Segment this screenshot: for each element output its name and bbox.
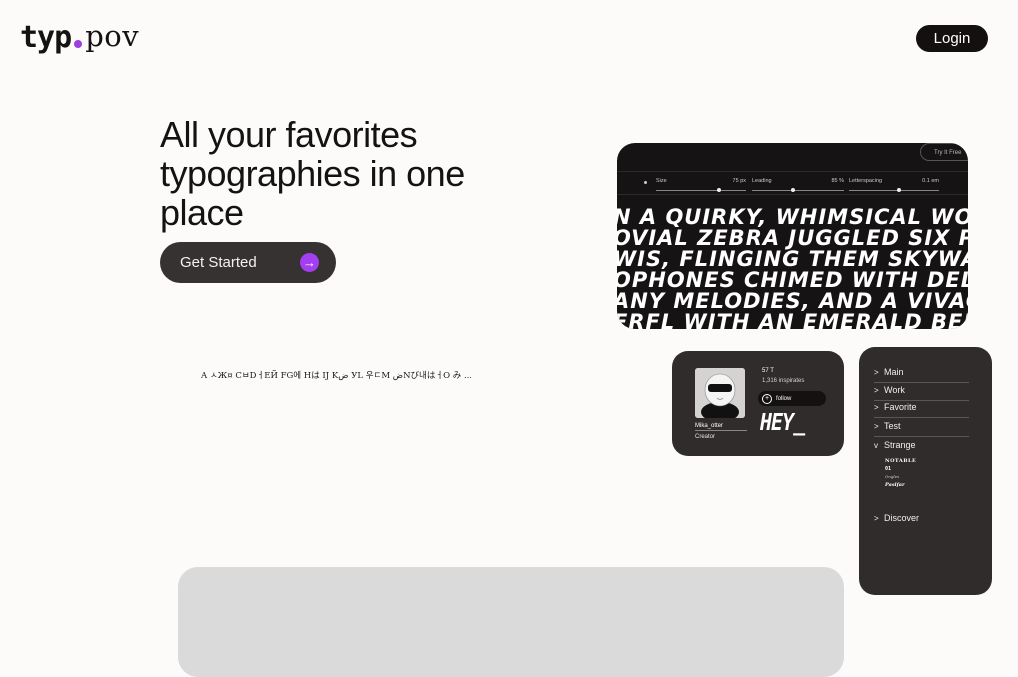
sample-line: ERFL WITH AN EMERALD BERET [617,310,968,330]
leading-label: Leading [752,178,772,184]
logo-text-pov: pov [85,19,140,53]
glyph-strip: A ㅅЖ¤ CㅂDㅓEЙ FG에 Hは IJ Kض УL 우ㄷM ضNび내はㅓO… [201,371,471,381]
chevron-right-icon: > [874,403,879,412]
arrow-right-icon: → [300,253,319,272]
profile-inspirations: 1,316 inspirates [762,378,805,384]
profile-role: Creator [695,434,716,440]
chevron-right-icon: > [874,368,879,377]
profile-card: Mika_otter Creator 57 T 1,316 inspirates… [672,351,844,456]
leading-slider[interactable]: Leading 85 % [752,176,844,192]
content-panel [178,567,844,677]
get-started-button[interactable]: Get Started → [160,242,336,283]
sidebar-item-favorite[interactable]: > Favorite [874,400,969,418]
size-slider-knob[interactable] [717,188,721,192]
logo-text-typ: typ [20,20,72,55]
profile-signature: HEY_ [760,408,805,436]
sample-line: WIS, FLINGING THEM SKYWARD [617,247,968,271]
sidebar-item-discover[interactable]: > Discover [874,511,969,528]
leading-value: 85 % [831,178,844,184]
logo-dot [74,40,83,48]
sample-line: N A QUIRKY, WHIMSICAL WORLD [617,205,968,229]
preview-sample-text: N A QUIRKY, WHIMSICAL WORLD OVIAL ZEBRA … [617,205,968,330]
sidebar-item-work[interactable]: > Work [874,383,969,401]
type-preview-card: Try It Free Size 75 px Leading 85 % Lett… [617,143,968,329]
control-dot [644,181,647,184]
letterspacing-slider[interactable]: Letterspacing 0.1 em [849,176,939,192]
brand-logo[interactable]: typ pov [20,14,139,54]
letterspacing-slider-knob[interactable] [896,188,901,192]
strange-font-list: NOTABLE 01 Ongles Paslfar [885,457,916,489]
sidebar-nav: > Main > Work > Favorite > Test v Strange NOT… [859,347,992,595]
chevron-down-icon: v [874,441,878,450]
follow-button[interactable]: + follow [758,391,826,406]
sidebar-item-test[interactable]: > Test [874,419,969,437]
font-item[interactable]: Paslfar [885,481,916,489]
sample-line: ANY MELODIES, AND A VIVACIO [617,289,968,313]
sidebar-item-label: Strange [884,440,916,450]
sidebar-item-main[interactable]: > Main [874,365,969,383]
size-label: Size [656,178,667,184]
sample-line: OPHONES CHIMED WITH DELIGH [617,268,968,292]
sidebar-item-label: Favorite [884,402,917,412]
chevron-right-icon: > [874,386,879,395]
sidebar-item-label: Discover [884,513,920,523]
leading-slider-knob[interactable] [791,188,796,192]
follow-label: follow [776,395,792,402]
profile-name[interactable]: Mika_otter [695,423,747,431]
get-started-label: Get Started [180,254,257,271]
font-item[interactable]: 01 [885,465,916,473]
hero-title: All your favorites typographies in one p… [160,114,465,233]
preview-controls: Size 75 px Leading 85 % Letterspacing 0.… [617,171,968,195]
plus-icon: + [762,393,772,404]
letterspacing-label: Letterspacing [849,178,883,184]
avatar[interactable] [695,368,745,418]
login-button[interactable]: Login [916,25,988,52]
profile-count: 57 T [762,368,774,374]
font-item[interactable]: Ongles [885,473,916,481]
sidebar-item-label: Main [884,367,904,377]
chevron-right-icon: > [874,422,879,431]
letterspacing-value: 0.1 em [922,178,939,184]
size-slider[interactable]: Size 75 px [656,176,746,192]
sidebar-item-label: Work [884,385,905,395]
chevron-right-icon: > [874,514,879,523]
try-free-button[interactable]: Try It Free [920,143,968,161]
sample-line: OVIAL ZEBRA JUGGLED SIX PLU [617,226,968,250]
sidebar-item-label: Test [884,421,901,431]
size-value: 75 px [732,178,746,184]
font-item[interactable]: NOTABLE [885,457,916,465]
sidebar-item-strange[interactable]: v Strange [874,438,969,455]
